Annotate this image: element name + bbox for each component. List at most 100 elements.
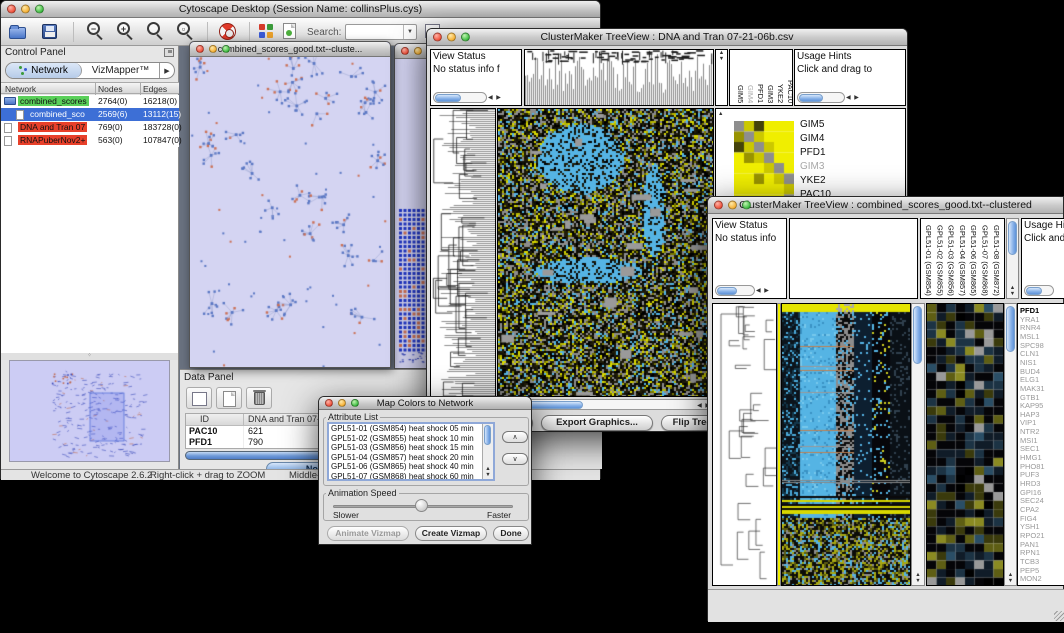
vertical-scrollbar[interactable]: ▲▼ (911, 303, 925, 586)
horizontal-scrollbar[interactable] (715, 285, 755, 296)
search-input[interactable]: ▼ (345, 24, 417, 40)
detail-heatmap-canvas[interactable] (734, 121, 794, 205)
zoom-button[interactable] (351, 399, 359, 407)
open-file-button[interactable] (9, 22, 29, 42)
close-button[interactable] (433, 33, 442, 42)
column-header[interactable]: Edges (143, 84, 167, 94)
birdseye-view[interactable] (9, 360, 170, 462)
global-heatmap-canvas[interactable] (498, 109, 713, 396)
minimize-button[interactable] (728, 201, 737, 210)
zoom-out-button[interactable]: − (87, 22, 107, 42)
panel-divider-handle[interactable]: ⁘ (1, 353, 178, 360)
dialog-titlebar[interactable]: Map Colors to Network (319, 397, 531, 410)
zoom-selected-button[interactable]: ▫ (177, 22, 197, 42)
vizmapper-button[interactable] (259, 22, 279, 42)
column-header[interactable]: Nodes (98, 84, 123, 94)
zoom-in-button[interactable]: + (117, 22, 137, 42)
folder-icon (4, 97, 16, 105)
row-dendrogram-canvas[interactable] (713, 304, 776, 585)
close-button[interactable] (714, 201, 723, 210)
minimize-button[interactable] (209, 45, 217, 53)
column-label: GPL51-03 (GSM856) (947, 225, 956, 296)
move-down-button[interactable]: ∨ (502, 453, 528, 465)
gene-label: KAP95 (1020, 402, 1043, 410)
zoom-button[interactable] (742, 201, 751, 210)
scroll-arrows-icon[interactable]: ◀ ▶ (846, 94, 860, 101)
select-attributes-button[interactable] (186, 387, 212, 409)
close-button[interactable] (325, 399, 333, 407)
arrow-down-icon[interactable]: ▼ (915, 578, 920, 584)
vertical-scrollbar[interactable]: ▲▼ (482, 424, 493, 479)
window-controls (433, 33, 470, 42)
tab-network[interactable]: Network (6, 63, 82, 78)
speed-slider-thumb[interactable] (415, 499, 428, 512)
attribute-list-item[interactable]: GPL51-04 (GSM857) heat shock 20 min (329, 453, 493, 463)
scroll-arrows-icon[interactable]: ◀ ▶ (488, 94, 502, 101)
faster-label: Faster (487, 510, 511, 520)
network-table-row[interactable]: combined_scores2764(0)16218(0) (1, 95, 179, 108)
scroll-strip[interactable]: ▲ ▼ (715, 49, 728, 106)
network-nodes-count: 2569(6) (98, 109, 127, 119)
attribute-list-item[interactable]: GPL51-02 (GSM855) heat shock 10 min (329, 434, 493, 444)
network-table-row[interactable]: RNAPuberNov2+563(0)107847(0) (1, 134, 179, 147)
delete-attribute-button[interactable] (246, 387, 272, 409)
attribute-list-item[interactable]: GPL51-03 (GSM856) heat shock 15 min (329, 443, 493, 453)
zoom-button[interactable] (461, 33, 470, 42)
resize-grip[interactable] (1054, 611, 1064, 621)
network-view-titlebar[interactable]: combined_scores_good.txt--cluste... (190, 42, 390, 57)
global-heatmap-canvas[interactable] (782, 304, 910, 585)
move-up-button[interactable]: ∧ (502, 431, 528, 443)
treeview-button[interactable]: Export Graphics... (541, 415, 653, 431)
attribute-list[interactable]: GPL51-01 (GSM854) heat shock 05 minGPL51… (327, 422, 495, 481)
column-header[interactable]: Network (5, 84, 36, 94)
float-panel-icon[interactable] (164, 48, 174, 57)
vertical-scrollbar[interactable]: ▲▼ (1006, 218, 1019, 299)
horizontal-scrollbar[interactable] (797, 92, 845, 103)
close-button[interactable] (7, 5, 16, 14)
minimize-button[interactable] (447, 33, 456, 42)
network-table-row[interactable]: combined_sco2569(6)13112(15) (1, 108, 179, 121)
column-dendrogram-canvas[interactable] (525, 50, 713, 105)
arrow-down-icon[interactable]: ▼ (485, 472, 490, 478)
main-titlebar[interactable]: Cytoscape Desktop (Session Name: collins… (1, 1, 600, 18)
treeview2-titlebar[interactable]: ClusterMaker TreeView : combined_scores_… (708, 197, 1063, 214)
vertical-scrollbar[interactable]: ▲▼ (1004, 303, 1017, 586)
close-button[interactable] (196, 45, 204, 53)
create-vizmap-button[interactable]: Create Vizmap (415, 526, 487, 541)
row-dendrogram-canvas[interactable] (431, 109, 495, 396)
arrow-up-icon[interactable]: ▲ (718, 111, 723, 117)
treeview1-titlebar[interactable]: ClusterMaker TreeView : DNA and Tran 07-… (427, 29, 907, 46)
horizontal-scrollbar[interactable] (1024, 285, 1054, 296)
zoom-button[interactable] (222, 45, 230, 53)
arrow-down-icon[interactable]: ▼ (1010, 291, 1015, 297)
arrow-down-icon[interactable]: ▼ (719, 56, 724, 62)
annotation-button[interactable] (283, 22, 303, 42)
arrow-down-icon[interactable]: ▼ (1008, 578, 1013, 584)
tab-overflow-button[interactable]: ▶ (159, 63, 174, 78)
detail-heatmap-canvas[interactable] (927, 304, 1003, 585)
network-table-row[interactable]: DNA and Tran 07769(0)183728(0) (1, 121, 179, 134)
attribute-list-item[interactable]: GPL51-01 (GSM854) heat shock 05 min (329, 424, 493, 434)
gene-label: RPO21 (1020, 532, 1045, 540)
chevron-down-icon[interactable]: ▼ (403, 25, 416, 39)
horizontal-scrollbar[interactable] (433, 92, 487, 103)
scroll-arrows-icon[interactable]: ◀ ▶ (756, 287, 770, 294)
attribute-list-item[interactable]: GPL51-07 (GSM868) heat shock 60 min (329, 472, 493, 482)
birdseye-canvas[interactable] (10, 361, 169, 461)
zoom-button[interactable] (35, 5, 44, 14)
attribute-list-item[interactable]: GPL51-06 (GSM865) heat shock 40 min (329, 462, 493, 472)
network-edges-count: 183728(0) (143, 122, 182, 132)
close-button[interactable] (401, 47, 409, 55)
save-button[interactable] (39, 22, 59, 42)
minimize-button[interactable] (338, 399, 346, 407)
new-attribute-button[interactable] (216, 387, 242, 409)
done-button[interactable]: Done (493, 526, 529, 541)
network-canvas[interactable] (190, 57, 390, 367)
column-header[interactable]: ID (186, 414, 244, 425)
minimize-button[interactable] (414, 47, 422, 55)
animate-vizmap-button[interactable]: Animate Vizmap (327, 526, 409, 541)
zoom-fit-button[interactable] (147, 22, 167, 42)
tab-vizmapper[interactable]: VizMapper™ (82, 63, 159, 78)
minimize-button[interactable] (21, 5, 30, 14)
help-button[interactable] (219, 22, 239, 42)
